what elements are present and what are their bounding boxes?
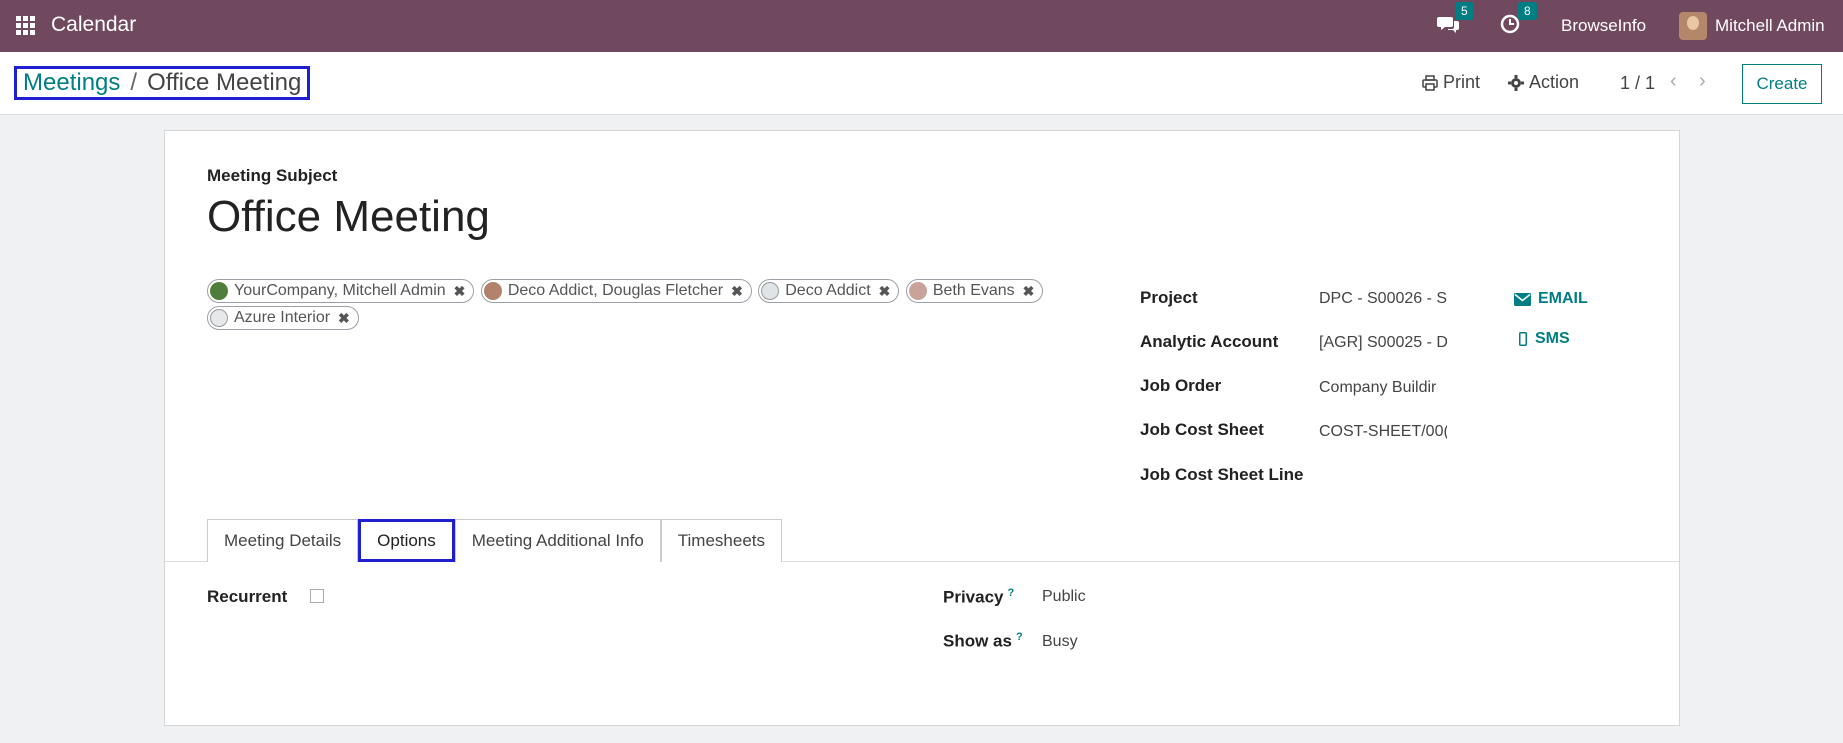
analytic-account-field[interactable]: [AGR] S00025 - D	[1319, 334, 1447, 352]
privacy-label: Privacy?	[943, 587, 1014, 608]
apps-menu-icon[interactable]	[16, 16, 36, 36]
attendee-name: Beth Evans	[932, 282, 1015, 299]
project-field[interactable]: DPC - S00026 - S	[1319, 290, 1447, 308]
privacy-help-icon[interactable]: ?	[1008, 587, 1015, 599]
meeting-subject-field[interactable]: Office Meeting	[207, 192, 490, 242]
remove-tag-icon[interactable]: ✖	[1023, 283, 1035, 300]
remove-tag-icon[interactable]: ✖	[338, 310, 350, 327]
sms-button[interactable]: SMS	[1519, 330, 1570, 348]
pager-value[interactable]: 1 / 1	[1620, 73, 1655, 94]
breadcrumb-current: Office Meeting	[147, 69, 302, 96]
recurrent-label: Recurrent	[207, 587, 288, 606]
attendee-name: YourCompany, Mitchell Admin	[234, 282, 446, 299]
messages-menu[interactable]: 5	[1437, 0, 1474, 52]
job-cost-sheet-label: Job Cost Sheet	[1140, 420, 1264, 439]
attendee-tag[interactable]: Azure Interior ✖	[207, 306, 359, 330]
meeting-subject-label: Meeting Subject	[207, 166, 338, 185]
attendee-avatar	[483, 282, 502, 300]
mobile-phone-icon	[1519, 332, 1527, 346]
email-label: EMAIL	[1538, 290, 1588, 307]
tab-options[interactable]: Options	[358, 519, 455, 562]
show-as-help-icon[interactable]: ?	[1016, 631, 1023, 643]
create-button[interactable]: Create	[1742, 64, 1822, 104]
envelope-icon	[1514, 292, 1531, 306]
app-title[interactable]: Calendar	[51, 13, 136, 37]
attendee-tag[interactable]: Beth Evans ✖	[905, 279, 1044, 303]
privacy-label-text: Privacy	[943, 587, 1004, 607]
pager-next-icon[interactable]: ›	[1699, 70, 1706, 93]
tab-meeting-additional-info[interactable]: Meeting Additional Info	[454, 519, 661, 562]
form-tabs: Meeting Details Options Meeting Addition…	[207, 519, 783, 562]
show-as-label-text: Show as	[943, 631, 1012, 651]
breadcrumb-separator: /	[130, 69, 138, 96]
attendee-avatar	[761, 282, 780, 300]
action-label: Action	[1529, 72, 1580, 92]
attendee-tag[interactable]: Deco Addict ✖	[758, 279, 900, 303]
user-name: Mitchell Admin	[1715, 16, 1825, 35]
breadcrumb-meetings-link[interactable]: Meetings	[23, 69, 120, 97]
attendee-avatar	[210, 282, 228, 300]
analytic-account-label: Analytic Account	[1140, 332, 1279, 351]
job-order-field[interactable]: Company Buildir	[1319, 379, 1447, 397]
breadcrumb: Meetings / Office Meeting	[14, 66, 311, 100]
print-icon	[1422, 74, 1438, 91]
attendee-tag[interactable]: YourCompany, Mitchell Admin ✖	[207, 279, 475, 303]
attendee-name: Deco Addict, Douglas Fletcher	[507, 282, 724, 299]
sms-label: SMS	[1535, 330, 1570, 347]
user-menu[interactable]: Mitchell Admin	[1679, 0, 1825, 52]
company-switcher[interactable]: BrowseInfo	[1561, 0, 1646, 52]
privacy-field[interactable]: Public	[1042, 588, 1170, 606]
project-label: Project	[1140, 288, 1198, 307]
remove-tag-icon[interactable]: ✖	[731, 283, 743, 300]
print-button[interactable]: Print	[1422, 72, 1480, 93]
gear-icon	[1508, 74, 1524, 91]
clock-icon	[1500, 14, 1520, 33]
action-button[interactable]: Action	[1508, 72, 1579, 93]
email-button[interactable]: EMAIL	[1514, 290, 1588, 308]
attendee-tag[interactable]: Deco Addict, Douglas Fletcher ✖	[480, 279, 752, 303]
job-cost-sheet-line-label: Job Cost Sheet Line	[1140, 465, 1304, 484]
attendee-avatar	[908, 282, 927, 300]
recurrent-checkbox[interactable]	[310, 589, 324, 603]
attendee-name: Azure Interior	[234, 309, 331, 326]
pager-previous-icon[interactable]: ‹	[1670, 70, 1677, 93]
tab-meeting-details[interactable]: Meeting Details	[207, 519, 359, 562]
top-navbar: Calendar 5 8 BrowseInfo Mitchell Admin	[0, 0, 1843, 52]
messages-count-badge: 5	[1455, 1, 1474, 20]
print-label: Print	[1443, 72, 1481, 92]
remove-tag-icon[interactable]: ✖	[454, 283, 466, 300]
activities-menu[interactable]: 8	[1500, 0, 1537, 52]
attendee-avatar	[210, 309, 228, 327]
activities-count-badge: 8	[1518, 1, 1537, 20]
show-as-field[interactable]: Busy	[1042, 633, 1170, 651]
attendees-field[interactable]: YourCompany, Mitchell Admin ✖ Deco Addic…	[207, 279, 1087, 333]
remove-tag-icon[interactable]: ✖	[879, 283, 891, 300]
tab-timesheets[interactable]: Timesheets	[660, 519, 783, 562]
job-order-label: Job Order	[1140, 376, 1222, 395]
attendee-name: Deco Addict	[785, 282, 871, 299]
show-as-label: Show as?	[943, 631, 1023, 652]
job-cost-sheet-field[interactable]: COST-SHEET/00(	[1319, 423, 1447, 441]
user-avatar	[1679, 12, 1707, 40]
